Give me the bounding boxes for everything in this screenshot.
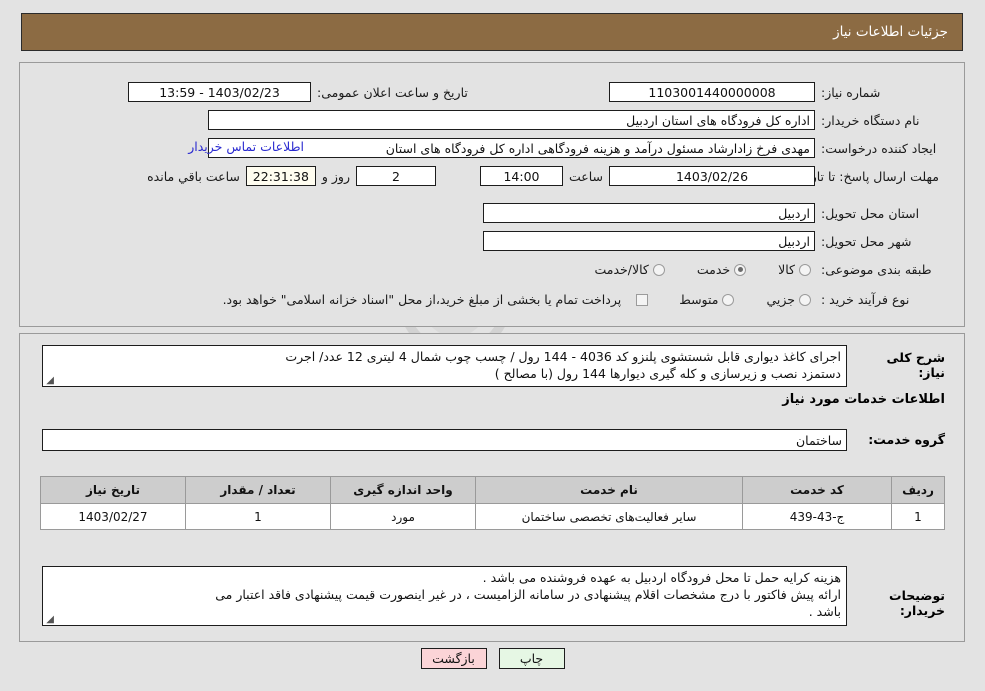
buyer-org-label: نام دستگاه خریدار:: [821, 112, 920, 128]
services-table: ردیف کد خدمت نام خدمت واحد اندازه گیری ت…: [40, 476, 945, 530]
th-radif: ردیف: [891, 476, 945, 504]
radio-process-medium[interactable]: [722, 293, 735, 306]
th-service-code: کد خدمت: [742, 476, 892, 504]
summary-textarea[interactable]: اجرای کاغذ دیواری قابل شستشوی پلنزو کد 4…: [42, 345, 847, 387]
radio-process-minor[interactable]: [799, 293, 811, 306]
need-number-field[interactable]: 1103001440000008: [609, 82, 815, 102]
buyer-notes-line-1: هزینه کرایه حمل تا محل فرودگاه اردبیل به…: [482, 570, 841, 585]
services-section-heading: اطلاعات خدمات مورد نیاز: [782, 392, 945, 407]
deadline-hour-label: ساعت: [568, 168, 603, 184]
row-classification: طبقه بندی موضوعی: کالا خدمت کالا/خدمت: [590, 262, 939, 277]
page-root: V AriaTender.net جزئیات اطلاعات نیاز شما…: [0, 0, 985, 691]
row-contact-link: اطلاعات تماس خریدار: [183, 139, 309, 154]
row-creator: ایجاد کننده درخواست: مهدی فرخ زادارشاد م…: [208, 138, 939, 158]
radio-classification-goods[interactable]: [799, 263, 811, 276]
countdown-label: ساعت باقي مانده: [147, 168, 240, 184]
resize-grip-icon[interactable]: ◢: [45, 615, 54, 625]
table-row[interactable]: 1 ج-43-439 سایر فعالیت‌های تخصصی ساختمان…: [40, 503, 945, 530]
row-need-number: شماره نیاز: 1103001440000008: [609, 82, 939, 102]
cell-need-date: 1403/02/27: [40, 503, 186, 530]
page-title: جزئیات اطلاعات نیاز: [833, 24, 948, 40]
need-number-label: شماره نیاز:: [821, 84, 881, 100]
service-group-label: گروه خدمت:: [868, 432, 945, 447]
deadline-label: مهلت ارسال پاسخ: تا تاریخ:: [794, 168, 939, 184]
row-process-type: نوع فرآیند خرید : جزیي متوسط پرداخت تمام…: [223, 292, 939, 307]
cell-radif: 1: [891, 503, 945, 530]
buyer-notes-line-2: ارائه پیش فاکتور با درج مشخصات اقلام پیش…: [215, 587, 841, 602]
public-announce-label: تاریخ و ساعت اعلان عمومی:: [317, 84, 468, 100]
row-public-announce: تاریخ و ساعت اعلان عمومی: 1403/02/23 - 1…: [128, 82, 507, 102]
label-classification-goods-service: کالا/خدمت: [594, 262, 649, 277]
public-announce-field[interactable]: 1403/02/23 - 13:59: [128, 82, 311, 102]
treasury-note-text: پرداخت تمام یا بخشی از مبلغ خرید،از محل …: [222, 292, 622, 307]
creator-label: ایجاد کننده درخواست:: [821, 140, 937, 156]
summary-line-2: دستمزد نصب و زیرسازی و کله گیری دیوارها …: [494, 366, 841, 381]
label-classification-service: خدمت: [696, 262, 731, 277]
radio-classification-goods-service[interactable]: [652, 263, 665, 276]
remaining-days-field[interactable]: 2: [355, 166, 436, 186]
summary-line-1: اجرای کاغذ دیواری قابل شستشوی پلنزو کد 4…: [285, 349, 841, 364]
checkbox-treasury-docs[interactable]: [636, 293, 649, 306]
cell-quantity: 1: [185, 503, 331, 530]
th-quantity: تعداد / مقدار: [185, 476, 331, 504]
radio-classification-service[interactable]: [734, 263, 747, 276]
row-buyer-org: نام دستگاه خریدار: اداره کل فرودگاه های …: [208, 110, 939, 130]
province-label: استان محل تحویل:: [821, 205, 920, 221]
th-unit: واحد اندازه گیری: [330, 476, 476, 504]
province-field[interactable]: اردبیل: [483, 203, 815, 223]
service-group-field[interactable]: ساختمان: [42, 429, 847, 451]
cell-unit: مورد: [330, 503, 476, 530]
row-province: استان محل تحویل: اردبیل: [483, 203, 939, 223]
deadline-date-field[interactable]: 1403/02/26: [609, 166, 815, 186]
process-type-label: نوع فرآیند خرید :: [821, 292, 910, 307]
classification-label: طبقه بندی موضوعی:: [821, 262, 932, 277]
th-service-name: نام خدمت: [475, 476, 743, 504]
label-process-medium: متوسط: [679, 292, 719, 307]
resize-grip-icon[interactable]: ◢: [45, 376, 54, 386]
row-city: شهر محل تحویل: اردبیل: [483, 231, 939, 251]
table-header-row: ردیف کد خدمت نام خدمت واحد اندازه گیری ت…: [40, 476, 945, 504]
buyer-org-field[interactable]: اداره کل فرودگاه های استان اردبیل: [208, 110, 815, 130]
buyer-notes-line-3: باشد .: [808, 604, 841, 619]
page-title-bar: جزئیات اطلاعات نیاز: [21, 13, 963, 51]
buyer-contact-link[interactable]: اطلاعات تماس خریدار: [183, 139, 309, 154]
summary-label: شرح کلی نیاز:: [886, 350, 945, 380]
remaining-days-label: روز و: [321, 168, 350, 184]
print-button[interactable]: چاپ: [498, 648, 565, 669]
footer-buttons: بازگشت چاپ: [0, 648, 985, 669]
countdown-field[interactable]: 22:31:38: [245, 166, 316, 186]
buyer-notes-label: توضیحات خریدار:: [889, 588, 945, 618]
label-process-minor: جزیي: [766, 292, 795, 307]
back-button[interactable]: بازگشت: [420, 648, 487, 669]
deadline-time-field[interactable]: 14:00: [479, 166, 563, 186]
city-label: شهر محل تحویل:: [821, 233, 912, 249]
cell-service-code: ج-43-439: [742, 503, 892, 530]
label-classification-goods: کالا: [778, 262, 795, 277]
city-field[interactable]: اردبیل: [483, 231, 815, 251]
row-deadline: مهلت ارسال پاسخ: تا تاریخ: 1403/02/26 سا…: [141, 166, 939, 186]
buyer-notes-textarea[interactable]: هزینه کرایه حمل تا محل فرودگاه اردبیل به…: [42, 566, 847, 626]
cell-service-name: سایر فعالیت‌های تخصصی ساختمان: [475, 503, 743, 530]
th-need-date: تاریخ نیاز: [40, 476, 186, 504]
